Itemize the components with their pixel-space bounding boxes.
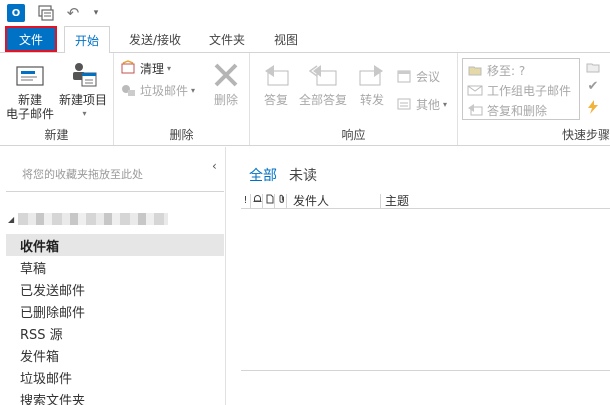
clean-up-button[interactable]: 清理 ▾ [120,59,171,77]
expand-triangle-icon[interactable]: ◢ [8,215,14,224]
folder-inbox[interactable]: 收件箱 [6,234,224,256]
new-items-dropdown-icon: ▾ [82,109,87,118]
quick-step-move-to-label: 移至: ? [487,63,526,78]
create-new-lightning-icon[interactable] [585,100,601,114]
delete-x-icon [210,59,242,91]
reminder-bell-icon[interactable] [253,193,263,208]
folder-pane: 将您的收藏夹拖放至此处 ‹ ◢ 收件箱 草稿 已发送邮件 已删除邮件 RSS 源… [0,147,226,405]
group-respond-label: 响应 [341,128,366,142]
customize-qat-icon[interactable]: ▾ [90,3,102,23]
quick-step-manager-icon[interactable] [585,60,601,74]
reply-icon [260,59,292,91]
more-respond-label: 其他 [416,97,441,112]
folder-drafts[interactable]: 草稿 [6,256,224,278]
delete-button[interactable]: 删除 [206,59,246,107]
group-quick-steps-label: 快速步骤 [561,128,610,142]
group-new: 新建 电子邮件 新建项目 ▾ 新建 [0,53,114,145]
new-email-label: 新建 电子邮件 [5,93,54,121]
meeting-label: 会议 [416,69,441,84]
collapse-pane-icon[interactable]: ‹ [212,159,217,173]
junk-icon [120,82,136,98]
new-items-icon [67,59,99,91]
group-respond: 答复 全部答复 转发 会议 其他 ▾ 响应 [250,53,458,145]
filter-unread[interactable]: 未读 [289,165,317,185]
outlook-app-icon[interactable]: O [6,3,26,23]
new-items-label: 新建项目 [58,93,107,107]
junk-label: 垃圾邮件 [140,83,189,98]
reply-delete-icon [467,102,483,118]
folder-junk[interactable]: 垃圾邮件 [6,366,224,388]
importance-column-icon[interactable]: ! [241,193,251,208]
quick-steps-side-icons: ✔ [582,58,604,120]
meeting-button[interactable]: 会议 [396,67,440,85]
more-respond-icon [396,96,412,112]
more-respond-button[interactable]: 其他 ▾ [396,95,447,113]
quick-steps-gallery: 移至: ? 工作组电子邮件 答复和删除 [462,58,580,120]
folder-deleted[interactable]: 已删除邮件 [6,300,224,322]
tab-view[interactable]: 视图 [264,26,308,52]
new-email-icon [14,59,46,91]
folder-search[interactable]: 搜索文件夹 [6,388,224,405]
list-bottom-divider [241,370,610,371]
reply-label: 答复 [263,93,288,107]
message-list-pane: 全部 未读 ! 发件人 主题 [227,147,610,405]
reply-all-icon [307,59,339,91]
send-receive-icon[interactable] [36,3,56,23]
title-bar: O ↶ ▾ [0,0,610,26]
quick-step-move-to[interactable]: 移至: ? [467,61,525,79]
forward-label: 转发 [359,93,384,107]
favorites-divider [6,191,224,192]
delete-label: 删除 [213,93,238,107]
undo-icon[interactable]: ↶ [64,3,82,23]
folder-rss[interactable]: RSS 源 [6,322,224,344]
junk-dropdown-icon: ▾ [191,85,196,95]
account-header[interactable]: ◢ [8,211,218,227]
group-new-label: 新建 [44,128,69,142]
done-check-icon[interactable]: ✔ [585,80,601,94]
filter-all[interactable]: 全部 [249,165,277,185]
folder-sent[interactable]: 已发送邮件 [6,278,224,300]
folder-outbox[interactable]: 发件箱 [6,344,224,366]
subject-column[interactable]: 主题 [381,194,409,208]
clean-up-dropdown-icon: ▾ [167,63,172,73]
ribbon-tabs: 文件 开始 发送/接收 文件夹 视图 [0,26,610,53]
new-email-button[interactable]: 新建 电子邮件 [4,59,56,121]
item-type-icon[interactable] [265,193,275,208]
outlook-logo-icon: O [7,4,25,22]
reply-button[interactable]: 答复 [256,59,296,107]
more-respond-dropdown-icon: ▾ [443,99,448,109]
meeting-icon [396,68,412,84]
favorites-drop-hint: 将您的收藏夹拖放至此处 [22,168,143,181]
forward-icon [356,59,388,91]
outlook-window: O ↶ ▾ 文件 开始 发送/接收 文件夹 视图 新建 电子邮件 新建项目 ▾ … [0,0,610,405]
quick-step-reply-delete[interactable]: 答复和删除 [467,101,547,119]
quick-step-reply-delete-label: 答复和删除 [487,103,548,118]
account-name-redacted [18,213,169,225]
tab-folder[interactable]: 文件夹 [200,26,254,52]
quick-step-team-email-label: 工作组电子邮件 [487,83,572,98]
clean-up-label: 清理 [140,61,165,76]
junk-button[interactable]: 垃圾邮件 ▾ [120,81,195,99]
group-delete-label: 删除 [169,128,194,142]
reply-all-button[interactable]: 全部答复 [296,59,350,107]
team-email-icon [467,82,483,98]
from-column[interactable]: 发件人 [289,193,381,208]
move-to-folder-icon [467,62,483,78]
tab-send-receive[interactable]: 发送/接收 [118,26,192,52]
group-delete: 清理 ▾ 垃圾邮件 ▾ 删除 删除 [114,53,250,145]
tab-home[interactable]: 开始 [64,26,110,53]
reply-all-label: 全部答复 [298,93,347,107]
forward-button[interactable]: 转发 [352,59,392,107]
attachment-icon[interactable] [277,193,287,208]
clean-up-icon [120,60,136,76]
tab-file[interactable]: 文件 [5,26,57,52]
message-column-header: ! 发件人 主题 [241,193,610,209]
new-items-button[interactable]: 新建项目 ▾ [56,59,110,121]
ribbon: 新建 电子邮件 新建项目 ▾ 新建 清理 ▾ 垃圾邮件 ▾ 删除 删除 答复 全… [0,52,610,146]
quick-step-team-email[interactable]: 工作组电子邮件 [467,81,571,99]
